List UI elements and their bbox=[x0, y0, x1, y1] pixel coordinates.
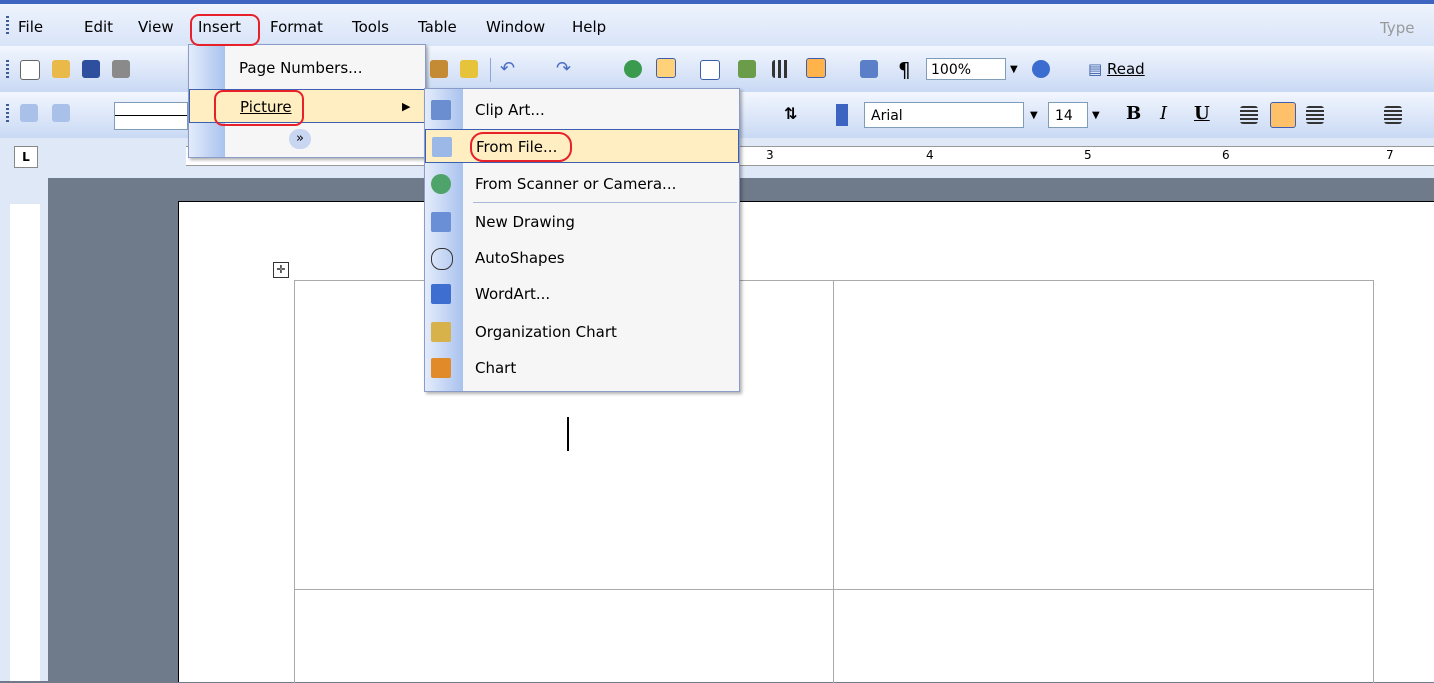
vertical-ruler[interactable] bbox=[10, 204, 40, 681]
menubar-grip[interactable] bbox=[6, 16, 9, 36]
menu-tools[interactable]: Tools bbox=[352, 18, 389, 36]
numbering-icon[interactable] bbox=[1384, 106, 1402, 124]
ruler-mark: 4 bbox=[926, 148, 934, 162]
sort-icon[interactable]: ⇅ bbox=[784, 104, 797, 123]
toolbar-grip[interactable] bbox=[6, 60, 9, 80]
italic-button[interactable]: I bbox=[1160, 103, 1167, 124]
zoom-value: 100% bbox=[931, 62, 972, 78]
zoom-box[interactable]: 100% bbox=[926, 58, 1006, 80]
menu-window[interactable]: Window bbox=[486, 18, 545, 36]
drawing-icon[interactable] bbox=[806, 58, 826, 78]
insert-table-icon[interactable] bbox=[700, 60, 720, 80]
ask-question-box[interactable]: Type bbox=[1380, 19, 1414, 37]
font-size-box[interactable]: 14 bbox=[1048, 102, 1088, 128]
expand-menu-icon[interactable]: » bbox=[289, 129, 311, 149]
annotation-circle-from-file bbox=[470, 132, 572, 162]
underline-button[interactable]: U bbox=[1194, 103, 1210, 124]
line-style-box[interactable] bbox=[114, 102, 188, 130]
table-move-handle-icon[interactable]: ✛ bbox=[273, 262, 289, 278]
font-name-value: Arial bbox=[871, 108, 903, 124]
submenu-arrow-icon: ▶ bbox=[402, 100, 411, 113]
align-left-icon[interactable] bbox=[1240, 106, 1258, 124]
menu-edit[interactable]: Edit bbox=[84, 18, 113, 36]
menu-item-new-drawing[interactable]: New Drawing bbox=[425, 205, 739, 239]
book-icon: ▤ bbox=[1088, 60, 1103, 78]
menu-separator bbox=[473, 202, 737, 203]
open-folder-icon[interactable] bbox=[52, 60, 70, 78]
org-chart-icon bbox=[431, 322, 451, 342]
line-spacing-icon[interactable] bbox=[1306, 106, 1324, 124]
save-icon[interactable] bbox=[82, 60, 100, 78]
permission-icon[interactable] bbox=[112, 60, 130, 78]
font-dropdown-icon[interactable]: ▼ bbox=[1030, 110, 1038, 121]
menu-item-wordart[interactable]: WordArt... bbox=[425, 277, 739, 311]
columns-icon[interactable] bbox=[772, 60, 790, 78]
picture-submenu: Clip Art... From File... From Scanner or… bbox=[424, 88, 740, 392]
redo-icon[interactable]: ↷ bbox=[556, 60, 574, 78]
help-icon[interactable] bbox=[1032, 60, 1050, 78]
reveal-formatting-icon[interactable] bbox=[52, 104, 70, 122]
bold-button[interactable]: B bbox=[1126, 103, 1141, 124]
ruler-mark: 5 bbox=[1084, 148, 1092, 162]
ruler-mark: 6 bbox=[1222, 148, 1230, 162]
font-name-box[interactable]: Arial bbox=[864, 102, 1024, 128]
document-map-icon[interactable] bbox=[860, 60, 878, 78]
document-page[interactable]: ✛ bbox=[178, 201, 1434, 683]
read-button[interactable]: ▤ Read bbox=[1088, 60, 1145, 78]
undo-icon[interactable]: ↶ bbox=[500, 60, 518, 78]
zoom-dropdown-icon[interactable]: ▼ bbox=[1010, 64, 1018, 75]
autoshapes-icon bbox=[431, 248, 453, 270]
new-document-icon[interactable] bbox=[20, 60, 40, 80]
wordart-icon bbox=[431, 284, 451, 304]
toolbar-grip-2[interactable] bbox=[6, 104, 9, 124]
new-drawing-icon bbox=[431, 212, 451, 232]
annotation-circle-picture bbox=[214, 90, 304, 126]
menu-item-chart[interactable]: Chart bbox=[425, 351, 739, 385]
scanner-icon bbox=[431, 174, 451, 194]
toolbar-options-icon[interactable] bbox=[836, 104, 848, 126]
insert-excel-icon[interactable] bbox=[738, 60, 756, 78]
format-painter-icon[interactable] bbox=[460, 60, 478, 78]
clip-art-icon bbox=[431, 100, 451, 120]
toolbar-separator bbox=[490, 58, 491, 82]
menu-item-page-numbers[interactable]: Page Numbers... bbox=[189, 51, 425, 85]
menu-view[interactable]: View bbox=[138, 18, 174, 36]
menu-item-autoshapes[interactable]: AutoShapes bbox=[425, 241, 739, 275]
table-divider bbox=[295, 589, 1373, 590]
menu-help[interactable]: Help bbox=[572, 18, 606, 36]
menu-format[interactable]: Format bbox=[270, 18, 323, 36]
tab-selector[interactable]: L bbox=[14, 146, 38, 168]
font-size-value: 14 bbox=[1055, 108, 1073, 124]
align-center-icon[interactable] bbox=[1270, 102, 1296, 128]
text-cursor bbox=[567, 417, 569, 451]
table-divider bbox=[833, 281, 834, 683]
annotation-circle-insert bbox=[190, 14, 260, 46]
show-hide-icon[interactable]: ¶ bbox=[898, 58, 911, 82]
menu-item-org-chart[interactable]: Organization Chart bbox=[425, 315, 739, 349]
menu-table[interactable]: Table bbox=[418, 18, 457, 36]
size-dropdown-icon[interactable]: ▼ bbox=[1092, 110, 1100, 121]
read-label: Read bbox=[1106, 60, 1145, 78]
menu-file[interactable]: File bbox=[18, 18, 43, 36]
menu-item-scanner[interactable]: From Scanner or Camera... bbox=[425, 167, 739, 201]
styles-icon[interactable] bbox=[20, 104, 38, 122]
ruler-mark: 7 bbox=[1386, 148, 1394, 162]
hyperlink-icon[interactable] bbox=[624, 60, 642, 78]
chart-icon bbox=[431, 358, 451, 378]
paste-icon[interactable] bbox=[430, 60, 448, 78]
ruler-mark: 3 bbox=[766, 148, 774, 162]
menu-item-clip-art[interactable]: Clip Art... bbox=[425, 93, 739, 127]
from-file-icon bbox=[432, 137, 452, 157]
tables-borders-icon[interactable] bbox=[656, 58, 676, 78]
